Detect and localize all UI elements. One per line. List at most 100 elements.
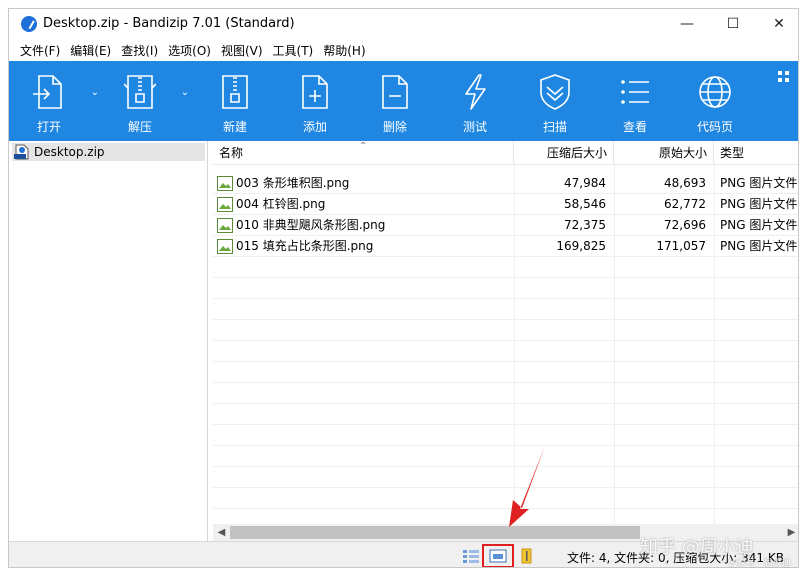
- test-button[interactable]: 测试: [439, 61, 511, 141]
- add-label: 添加: [302, 120, 327, 134]
- table-row[interactable]: 003 条形堆积图.png 47,984 48,693 PNG 图片文件: [213, 173, 798, 194]
- archive-info-icon[interactable]: [518, 548, 536, 564]
- file-original-size: 62,772: [664, 197, 706, 211]
- table-row[interactable]: 015 填充占比条形图.png 169,825 171,057 PNG 图片文件: [213, 236, 798, 257]
- empty-row: [213, 341, 798, 362]
- empty-row: [213, 257, 798, 278]
- delete-file-icon: [382, 75, 408, 109]
- view-label: 查看: [622, 120, 647, 134]
- folder-tree: Desktop.zip: [9, 141, 208, 541]
- menu-find[interactable]: 查找(I): [116, 39, 163, 61]
- delete-label: 删除: [382, 120, 407, 134]
- file-name: 003 条形堆积图.png: [236, 176, 350, 190]
- add-button[interactable]: 添加: [279, 61, 351, 141]
- extract-button[interactable]: 解压: [104, 61, 176, 141]
- scan-label: 扫描: [542, 120, 567, 134]
- codepage-button[interactable]: 代码页: [679, 61, 751, 141]
- extract-icon: [124, 75, 156, 109]
- extract-dropdown-icon[interactable]: ⌄: [179, 87, 191, 99]
- file-type: PNG 图片文件: [720, 218, 798, 232]
- menu-edit[interactable]: 编辑(E): [65, 39, 116, 61]
- open-button[interactable]: 打开: [13, 61, 85, 141]
- app-window: Desktop.zip - Bandizip 7.01 (Standard) —…: [8, 8, 799, 568]
- scroll-right-icon[interactable]: ▶: [783, 524, 798, 541]
- empty-row: [213, 278, 798, 299]
- open-dropdown-icon[interactable]: ⌄: [89, 87, 101, 99]
- empty-row: [213, 404, 798, 425]
- toolbar: 打开 ⌄ 解压 ⌄ 新建 添加 删除 测试 扫描 查看 代码页: [9, 61, 798, 141]
- details-view-icon[interactable]: [462, 548, 480, 564]
- empty-row: [213, 299, 798, 320]
- minimize-icon: —: [680, 16, 694, 32]
- file-name: 004 杠铃图.png: [236, 197, 326, 211]
- file-original-size: 72,696: [664, 218, 706, 232]
- menu-view[interactable]: 视图(V): [216, 39, 268, 61]
- menu-bar: 文件(F) 编辑(E) 查找(I) 选项(O) 视图(V) 工具(T) 帮助(H…: [9, 39, 798, 61]
- list-view-icon: [621, 80, 649, 104]
- zip-file-icon: [14, 144, 29, 160]
- maximize-icon: ☐: [726, 16, 740, 32]
- highlight-box: [482, 544, 514, 567]
- layout-grid-icon[interactable]: [778, 71, 790, 83]
- png-file-icon: [217, 239, 233, 254]
- file-original-size: 48,693: [664, 176, 706, 190]
- menu-file[interactable]: 文件(F): [15, 39, 65, 61]
- empty-row: [213, 362, 798, 383]
- open-label: 打开: [36, 120, 61, 134]
- archive-name: Desktop.zip: [34, 145, 105, 159]
- file-name: 015 填充占比条形图.png: [236, 239, 374, 253]
- minimize-button[interactable]: —: [664, 9, 710, 39]
- file-original-size: 171,057: [656, 239, 706, 253]
- close-icon: ✕: [773, 16, 785, 32]
- file-type: PNG 图片文件: [720, 176, 798, 190]
- empty-row: [213, 320, 798, 341]
- menu-options[interactable]: 选项(O): [163, 39, 216, 61]
- column-header-compressed[interactable]: 压缩后大小: [514, 141, 614, 165]
- new-button[interactable]: 新建: [199, 61, 271, 141]
- menu-help[interactable]: 帮助(H): [318, 39, 370, 61]
- window-title: Desktop.zip - Bandizip 7.01 (Standard): [43, 16, 295, 31]
- png-file-icon: [217, 218, 233, 233]
- delete-button[interactable]: 删除: [359, 61, 431, 141]
- extract-label: 解压: [127, 120, 152, 134]
- file-compressed-size: 72,375: [564, 218, 606, 232]
- sort-up-icon: ⌃: [359, 141, 368, 152]
- file-compressed-size: 169,825: [556, 239, 606, 253]
- empty-row: [213, 383, 798, 404]
- new-label: 新建: [222, 120, 247, 134]
- add-file-icon: [302, 75, 328, 109]
- file-compressed-size: 47,984: [564, 176, 606, 190]
- scan-button[interactable]: 扫描: [519, 61, 591, 141]
- scroll-left-icon[interactable]: ◀: [213, 524, 230, 541]
- open-icon: [33, 75, 62, 109]
- close-button[interactable]: ✕: [756, 9, 798, 39]
- lightning-icon: [465, 74, 486, 110]
- menu-tools[interactable]: 工具(T): [268, 39, 319, 61]
- png-file-icon: [217, 176, 233, 191]
- watermark-sub: 公众号 · 周小迪: [728, 559, 791, 569]
- file-type: PNG 图片文件: [720, 197, 798, 211]
- title-bar[interactable]: Desktop.zip - Bandizip 7.01 (Standard) —…: [9, 9, 798, 39]
- file-compressed-size: 58,546: [564, 197, 606, 211]
- empty-row: [213, 425, 798, 446]
- file-type: PNG 图片文件: [720, 239, 798, 253]
- view-button[interactable]: 查看: [599, 61, 671, 141]
- png-file-icon: [217, 197, 233, 212]
- list-header: 名称 ⌃ 压缩后大小 原始大小 类型: [213, 141, 798, 165]
- file-list: 名称 ⌃ 压缩后大小 原始大小 类型 003 条形堆积图.png 47,984 …: [213, 141, 798, 529]
- new-archive-icon: [222, 75, 248, 109]
- globe-icon: [699, 76, 731, 108]
- maximize-button[interactable]: ☐: [710, 9, 756, 39]
- bandizip-logo-icon: [21, 16, 37, 32]
- scroll-thumb[interactable]: [230, 526, 640, 539]
- column-header-type[interactable]: 类型: [714, 141, 798, 165]
- table-row[interactable]: 010 非典型飓风条形图.png 72,375 72,696 PNG 图片文件: [213, 215, 798, 236]
- column-header-original[interactable]: 原始大小: [614, 141, 714, 165]
- tree-item-archive[interactable]: Desktop.zip: [12, 143, 205, 161]
- shield-icon: [540, 74, 570, 110]
- empty-row: [213, 467, 798, 488]
- table-row[interactable]: 004 杠铃图.png 58,546 62,772 PNG 图片文件: [213, 194, 798, 215]
- empty-row: [213, 446, 798, 467]
- test-label: 测试: [462, 120, 487, 134]
- codepage-label: 代码页: [696, 120, 733, 134]
